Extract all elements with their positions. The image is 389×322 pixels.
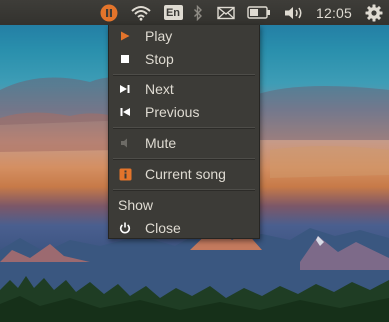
menu-item-play[interactable]: Play — [109, 25, 259, 47]
menu-item-close[interactable]: Close — [109, 217, 259, 239]
bluetooth-indicator[interactable] — [188, 0, 208, 25]
pause-icon — [100, 4, 118, 21]
mute-icon — [118, 136, 132, 150]
menu-item-label: Current song — [145, 166, 226, 182]
messaging-indicator[interactable] — [214, 0, 238, 25]
volume-icon — [285, 6, 302, 19]
network-indicator[interactable] — [128, 0, 154, 25]
menu-item-next[interactable]: Next — [109, 78, 259, 100]
stop-icon — [118, 52, 132, 66]
menu-item-label: Show — [118, 197, 154, 213]
menu-item-label: Previous — [145, 104, 200, 120]
menu-separator — [113, 189, 255, 191]
battery-icon — [247, 6, 270, 19]
media-player-menu: Play Stop Next Previous Mute Current son… — [108, 25, 260, 239]
menu-item-current-song[interactable]: Current song — [109, 163, 259, 185]
play-icon — [118, 29, 132, 43]
power-icon — [118, 221, 132, 235]
sound-indicator[interactable] — [281, 0, 307, 25]
clock[interactable]: 12:05 — [312, 0, 356, 25]
menu-item-label: Mute — [145, 135, 177, 151]
info-icon — [118, 167, 132, 181]
mail-icon — [217, 6, 235, 19]
menu-item-label: Stop — [145, 51, 174, 67]
menu-item-show[interactable]: Show — [109, 194, 259, 216]
menu-separator — [113, 127, 255, 129]
previous-icon — [118, 105, 132, 119]
menu-item-mute[interactable]: Mute — [109, 132, 259, 154]
wifi-icon — [131, 5, 151, 21]
menu-item-label: Play — [145, 28, 173, 44]
gear-icon — [365, 4, 383, 21]
menu-item-stop[interactable]: Stop — [109, 48, 259, 70]
menu-item-label: Next — [145, 81, 174, 97]
session-indicator[interactable] — [362, 0, 386, 25]
bluetooth-icon — [194, 4, 202, 21]
media-player-indicator[interactable] — [96, 0, 122, 25]
menu-item-label: Close — [145, 220, 181, 236]
keyboard-layout-indicator[interactable]: En — [160, 0, 186, 25]
battery-indicator[interactable] — [246, 0, 272, 25]
menu-item-previous[interactable]: Previous — [109, 101, 259, 123]
keyboard-layout-label: En — [163, 5, 183, 20]
menu-separator — [113, 74, 255, 76]
top-panel: En 12:05 — [0, 0, 389, 25]
next-icon — [118, 82, 132, 96]
menu-separator — [113, 158, 255, 160]
